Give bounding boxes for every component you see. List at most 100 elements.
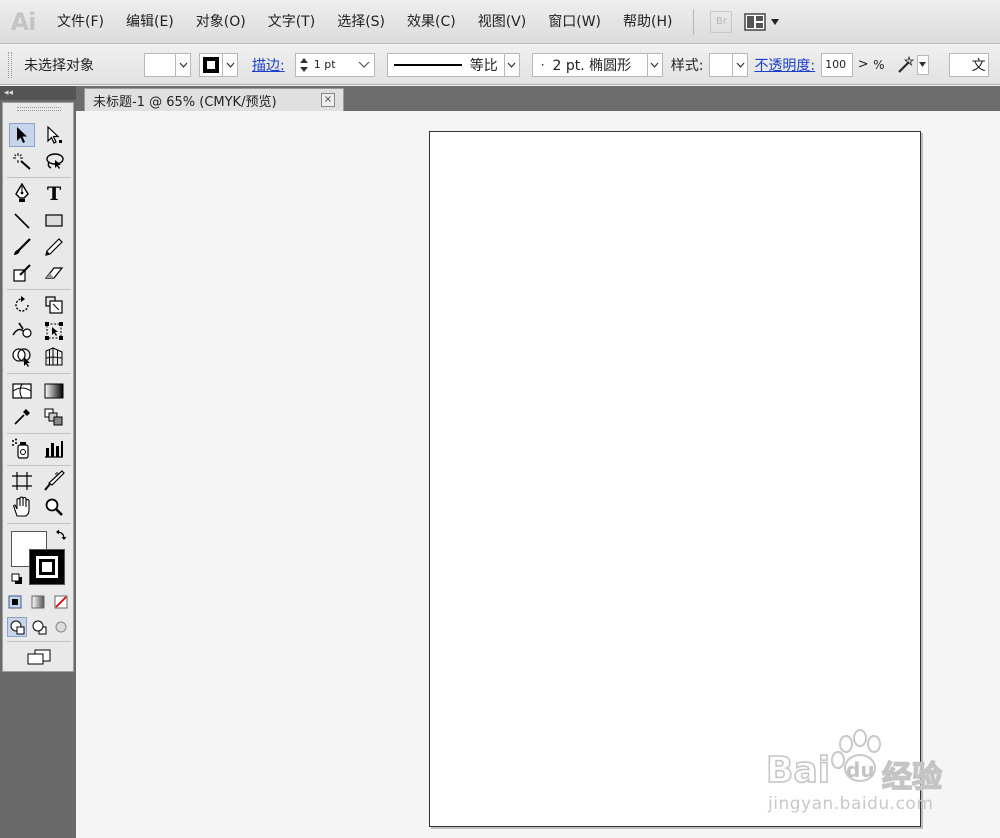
style-dropdown[interactable] [732,52,749,77]
paintbrush-icon [14,238,31,255]
recolor-dropdown[interactable] [916,54,929,75]
eraser-tool[interactable] [41,261,67,285]
stroke-swatch[interactable] [29,549,65,585]
menu-view[interactable]: 视图(V) [467,0,538,44]
fill-dropdown[interactable] [175,52,191,77]
warp-icon [12,322,32,338]
draw-behind-icon [32,620,47,635]
none-mode-button[interactable] [51,593,71,611]
stroke-color-swatch[interactable] [199,52,223,77]
slice-tool[interactable] [41,469,67,493]
tool-group-divider [7,465,71,466]
magic-wand-tool[interactable] [9,149,35,173]
swap-arrow-icon[interactable] [55,529,67,541]
menu-bar: Ai 文件(F) 编辑(E) 对象(O) 文字(T) 选择(S) 效果(C) 视… [0,0,1000,44]
shape-builder-icon [12,348,31,367]
symbol-sprayer-tool[interactable] [9,437,35,461]
zoom-tool[interactable] [41,495,67,519]
hand-tool[interactable] [9,495,35,519]
stroke-weight-field[interactable]: 1 pt [294,52,375,77]
brush-dropdown[interactable] [646,52,663,77]
opacity-panel-link[interactable]: 不透明度: [754,55,815,75]
screen-mode-button[interactable] [25,647,53,667]
gradient-mode-button[interactable] [28,593,48,611]
arrange-documents-button[interactable] [744,12,780,31]
brush-definition[interactable]: · 2 pt. 椭圆形 [531,52,648,77]
pencil-tool[interactable] [41,235,67,259]
perspective-grid-tool[interactable] [41,345,67,369]
menu-window[interactable]: 窗口(W) [537,0,612,44]
screen-mode-icon [27,649,51,665]
opacity-slider-button[interactable]: > [855,57,871,72]
free-transform-tool[interactable] [41,319,67,343]
scale-tool[interactable] [41,293,67,317]
column-graph-tool[interactable] [41,437,67,461]
hand-icon [13,496,30,517]
chevron-down-icon[interactable] [358,61,370,69]
watermark-url: jingyan.baidu.com [768,794,934,814]
eyedropper-tool[interactable] [9,405,35,429]
default-colors-icon[interactable] [11,573,23,585]
line-segment-tool[interactable] [9,209,35,233]
document-setup-button[interactable]: 文 [948,52,989,77]
stroke-dropdown[interactable] [222,52,238,77]
color-mode-button[interactable] [5,593,25,611]
lasso-tool[interactable] [41,149,67,173]
draw-behind-button[interactable] [29,617,49,637]
symbol-sprayer-icon [12,438,29,459]
stepper-icon[interactable] [298,55,310,75]
opacity-field[interactable]: 100 [821,52,854,77]
mesh-tool[interactable] [9,379,35,403]
document-tab[interactable]: 未标题-1 @ 65% (CMYK/预览) × [84,88,344,111]
type-t-icon: T [47,183,61,203]
chevron-down-icon [226,62,234,68]
blend-tool[interactable] [41,405,67,429]
artboard[interactable] [429,131,921,827]
draw-normal-button[interactable] [7,617,27,637]
selection-tool[interactable] [9,123,35,147]
menu-edit[interactable]: 编辑(E) [115,0,185,44]
control-bar-grip[interactable] [8,51,12,78]
baidu-watermark: Bai du 经验 jingyan.baidu.com [765,724,956,824]
type-tool[interactable]: T [41,181,67,205]
pen-tool[interactable] [9,181,35,205]
rectangle-tool[interactable] [41,209,67,233]
graphic-style-swatch[interactable] [709,52,734,77]
eraser-icon [44,267,64,279]
menu-effect[interactable]: 效果(C) [396,0,467,44]
bridge-button[interactable]: Br [710,10,733,33]
menu-type[interactable]: 文字(T) [257,0,326,44]
recolor-artwork-button[interactable] [895,55,915,74]
stroke-panel-link[interactable]: 描边: [252,55,285,75]
menu-select[interactable]: 选择(S) [326,0,396,44]
tools-panel-header[interactable]: ◂◂ [0,86,76,100]
fill-color-swatch[interactable] [144,52,176,77]
magic-wand-icon [897,55,914,73]
tools-panel-grip[interactable] [17,107,61,111]
blob-brush-tool[interactable] [9,261,35,285]
lasso-icon [46,153,64,169]
stroke-swatch-icon [203,56,219,73]
free-transform-icon [45,322,63,340]
chevron-down-icon [919,61,927,67]
draw-inside-button[interactable] [51,617,71,637]
gradient-tool[interactable] [41,379,67,403]
rotate-tool[interactable] [9,293,35,317]
app-logo: Ai [10,7,37,36]
close-tab-icon[interactable]: × [321,93,335,107]
menu-object[interactable]: 对象(O) [185,0,257,44]
direct-selection-tool[interactable] [41,123,67,147]
blob-brush-icon [13,264,31,282]
menu-help[interactable]: 帮助(H) [612,0,683,44]
variable-width-profile[interactable]: 等比 [386,52,505,77]
profile-dropdown[interactable] [503,52,520,77]
tool-group-divider [7,373,71,374]
paintbrush-tool[interactable] [9,235,35,259]
artboard-tool[interactable] [9,469,35,493]
tool-group-divider [7,289,71,290]
column-graph-icon [45,441,63,458]
menu-file[interactable]: 文件(F) [46,0,115,44]
opacity-value: 100 [825,58,847,71]
width-warp-tool[interactable] [9,319,35,343]
shape-builder-tool[interactable] [9,345,35,369]
